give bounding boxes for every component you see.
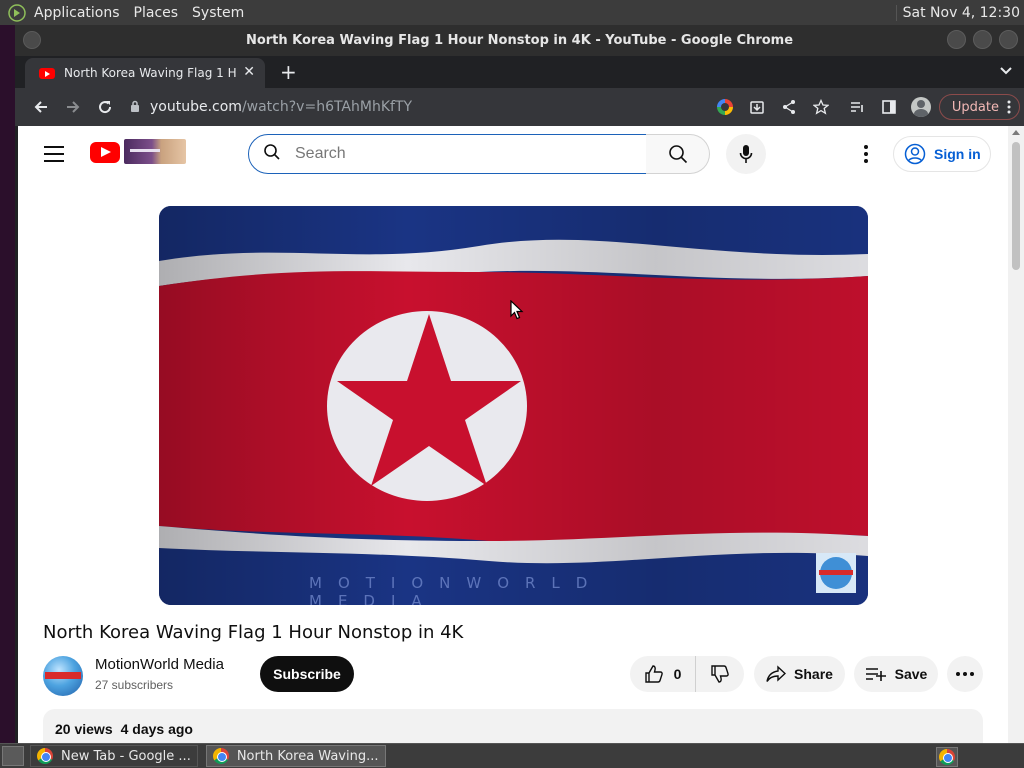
playlist-add-icon [865,668,886,681]
back-arrow-icon[interactable] [25,91,57,123]
search-icon [263,143,281,165]
hamburger-menu-icon[interactable] [44,146,64,162]
youtube-favicon-icon [39,67,55,79]
bookmark-star-icon[interactable] [807,93,835,121]
media-controls-icon[interactable] [843,93,871,121]
like-dislike-group: 0 [630,656,744,692]
view-count: 20 views [55,721,113,737]
tab-title: North Korea Waving Flag 1 Hour Nonstop i… [64,66,236,80]
subscribe-button[interactable]: Subscribe [260,656,354,692]
install-app-icon[interactable] [743,93,771,121]
menu-system[interactable]: System [192,5,244,21]
lock-icon[interactable] [130,100,140,115]
youtube-masthead: Sign in [18,126,1008,182]
video-title: North Korea Waving Flag 1 Hour Nonstop i… [43,622,464,643]
voice-search-button[interactable] [726,134,766,174]
search-button[interactable] [646,134,710,174]
thumbs-up-icon [644,665,663,683]
search-icon [668,145,687,164]
share-icon[interactable] [775,93,803,121]
page-scrollbar[interactable] [1008,126,1024,743]
settings-kebab-icon[interactable] [856,144,876,164]
channel-avatar[interactable] [43,656,83,696]
chrome-window: North Korea Waving Flag 1 Hour Nonstop i… [15,25,1024,743]
thumbs-down-icon [711,665,729,683]
dislike-button[interactable] [696,656,744,692]
north-korea-flag-video-frame [159,206,868,605]
microphone-icon [739,145,753,163]
forward-arrow-icon[interactable] [57,91,89,123]
save-label: Save [894,666,928,682]
gnome-foot-icon[interactable] [6,2,28,24]
window-menu-button[interactable] [23,31,41,49]
desktop-background [0,25,15,743]
tray-chrome-icon[interactable] [936,747,958,767]
browser-toolbar: youtube.com/watch?v=h6TAhMhKfTY Update [15,88,1024,126]
share-label: Share [794,666,833,682]
minimize-button[interactable] [947,30,966,49]
tab-youtube[interactable]: North Korea Waving Flag 1 Hour Nonstop i… [25,58,265,88]
url-host: youtube.com [150,99,242,115]
top-panel: Applications Places System Sat Nov 4, 12… [0,0,1024,25]
share-arrow-icon [766,665,787,682]
new-tab-button[interactable]: + [280,60,297,84]
window-title: North Korea Waving Flag 1 Hour Nonstop i… [245,33,794,48]
youtube-page: Sign in [18,126,1008,743]
description-box[interactable]: 20 views 4 days ago [43,709,983,743]
menu-places[interactable]: Places [134,5,179,21]
save-button[interactable]: Save [854,656,938,692]
chrome-icon [212,748,229,764]
address-bar[interactable]: youtube.com/watch?v=h6TAhMhKfTY [130,92,710,122]
profile-avatar-icon[interactable] [907,93,935,121]
window-titlebar[interactable]: North Korea Waving Flag 1 Hour Nonstop i… [15,25,1024,56]
search-box [248,134,647,174]
scroll-up-arrow-icon[interactable] [1012,130,1020,135]
show-desktop-button[interactable] [2,746,24,766]
youtube-doodle-logo[interactable] [124,139,186,164]
tab-search-chevron-icon[interactable] [1000,64,1012,78]
taskbar-item-youtube[interactable]: North Korea Waving... [205,745,386,767]
sign-in-button[interactable]: Sign in [893,136,991,172]
video-watermark: MOTIONWORLD MEDIA [309,574,604,605]
side-panel-icon[interactable] [875,93,903,121]
scrollbar-thumb[interactable] [1012,142,1020,270]
video-player[interactable]: MOTIONWORLD MEDIA [159,206,868,605]
video-owner-row: MotionWorld Media 27 subscribers Subscri… [43,656,983,696]
youtube-logo[interactable] [90,142,120,163]
taskbar-item-label: New Tab - Google ... [61,748,191,764]
account-circle-icon [904,143,926,165]
sign-in-label: Sign in [934,146,981,162]
channel-name[interactable]: MotionWorld Media [95,656,224,673]
menu-applications[interactable]: Applications [34,5,120,21]
tab-strip: North Korea Waving Flag 1 Hour Nonstop i… [15,56,1024,88]
tab-close-icon[interactable]: ✕ [243,64,255,80]
google-lens-icon[interactable] [711,93,739,121]
bottom-taskbar: New Tab - Google ... North Korea Waving.… [0,743,1024,768]
taskbar-item-new-tab[interactable]: New Tab - Google ... [30,745,198,767]
more-actions-button[interactable] [947,656,983,692]
kebab-menu-icon [1007,100,1011,114]
update-label: Update [951,99,999,115]
search-input[interactable] [295,145,615,163]
update-button[interactable]: Update [938,94,1020,120]
close-window-button[interactable] [999,30,1018,49]
url-path: /watch?v=h6TAhMhKfTY [241,99,413,115]
subscriber-count: 27 subscribers [95,678,174,692]
maximize-button[interactable] [973,30,992,49]
like-button[interactable]: 0 [630,656,696,692]
panel-clock[interactable]: Sat Nov 4, 12:30 [895,4,1020,21]
like-count: 0 [673,666,682,682]
share-button[interactable]: Share [754,656,845,692]
reload-icon[interactable] [89,91,121,123]
chrome-icon [37,748,53,764]
taskbar-item-label: North Korea Waving... [236,748,379,764]
upload-age: 4 days ago [120,721,193,737]
